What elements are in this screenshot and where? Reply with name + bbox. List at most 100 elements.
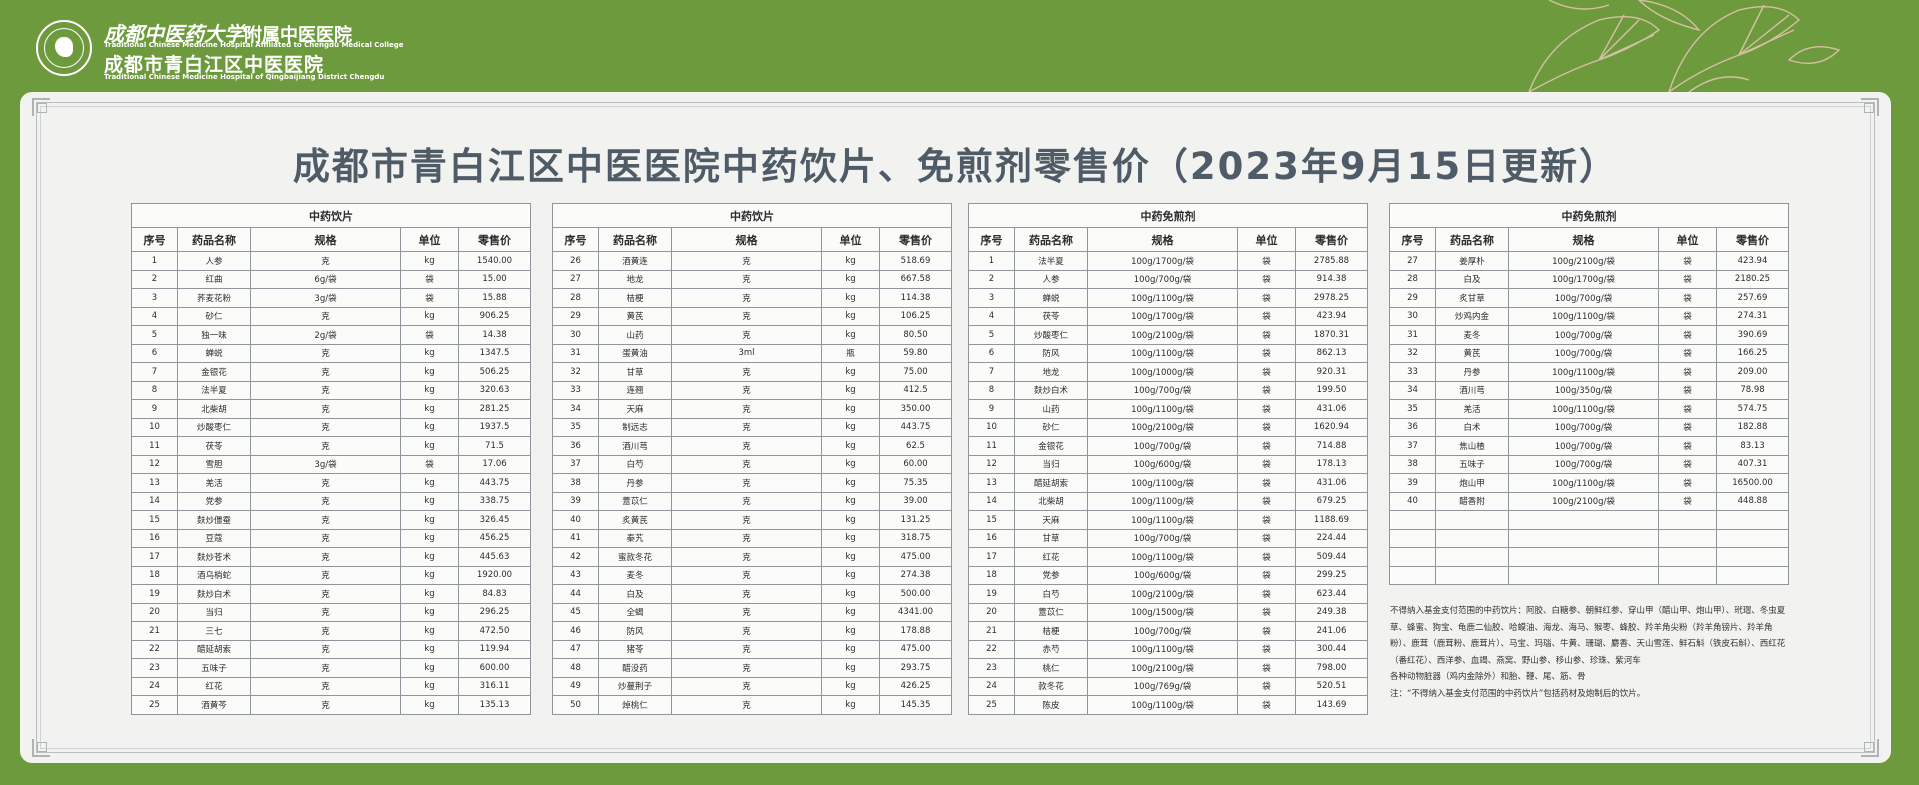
spec-cell: 100g/2100g/袋 (1087, 417, 1238, 437)
spec-cell: 克 (250, 510, 401, 530)
spec-cell: 克 (250, 380, 401, 400)
unit-cell: 袋 (1237, 602, 1296, 622)
spec-cell: 100g/1100g/袋 (1508, 306, 1659, 326)
unit-cell: 袋 (1237, 621, 1296, 641)
index-cell: 6 (968, 343, 1015, 363)
table-row: 36 白术 100g/700g/袋袋 182.88 (1389, 417, 1789, 437)
table-row: 43 麦冬克 kg 274.38 (552, 565, 953, 585)
unit-cell: 袋 (1237, 343, 1296, 363)
table-row: 18 党参 100g/600g/袋袋 299.25 (968, 565, 1368, 585)
price-cell: 274.31 (1716, 306, 1789, 326)
table-row: 26 酒黄连克 kg 518.69 (552, 251, 953, 271)
unit-cell: kg (821, 639, 880, 659)
column-header: 药品名称 (1014, 227, 1088, 252)
table-row: 20 薏苡仁 100g/1500g/袋袋 249.38 (968, 602, 1368, 622)
price-cell: 241.06 (1295, 621, 1368, 641)
table-row: 25 酒黄芩克 kg 135.13 (131, 695, 532, 715)
name-cell: 丹参 (1435, 362, 1509, 382)
price-cell: 2180.25 (1716, 269, 1789, 289)
hospital-english-name-1: Traditional Chinese Medicine Hospital Af… (104, 41, 404, 49)
name-cell: 酒川芎 (1435, 380, 1509, 400)
unit-cell: kg (821, 547, 880, 567)
index-cell: 7 (131, 362, 178, 382)
unit-cell: kg (821, 251, 880, 271)
index-cell: 27 (1389, 251, 1436, 271)
spec-cell: 100g/700g/袋 (1087, 380, 1238, 400)
name-cell: 砂仁 (1014, 417, 1088, 437)
price-cell: 135.13 (457, 695, 532, 715)
spec-cell: 克 (250, 639, 401, 659)
index-cell: 32 (552, 362, 599, 382)
spec-cell: 克 (671, 658, 822, 678)
table-row: 14 北柴胡 100g/1100g/袋袋 679.25 (968, 491, 1368, 511)
unit-cell: kg (400, 473, 459, 493)
index-cell: 15 (968, 510, 1015, 530)
table-row: 50 焯桃仁克 kg 145.35 (552, 695, 953, 715)
price-cell: 293.75 (878, 658, 953, 678)
unit-cell: 袋 (1658, 269, 1717, 289)
table-row: 15 麸炒僵蚕克 kg 326.45 (131, 510, 532, 530)
spec-cell: 100g/700g/袋 (1087, 269, 1238, 289)
price-cell: 623.44 (1295, 584, 1368, 604)
column-header: 规格 (250, 227, 401, 252)
hospital-english-name-2: Traditional Chinese Medicine Hospital of… (104, 73, 385, 81)
name-cell: 法半夏 (1014, 251, 1088, 271)
price-cell: 1347.5 (457, 343, 532, 363)
name-cell: 白芍 (598, 454, 672, 474)
name-cell: 荞麦花粉 (177, 288, 251, 308)
table-row: 24 款冬花 100g/769g/袋袋 520.51 (968, 676, 1368, 696)
index-cell: 38 (552, 473, 599, 493)
unit-cell: kg (821, 658, 880, 678)
spec-cell: 克 (671, 621, 822, 641)
name-cell: 麦冬 (598, 565, 672, 585)
page-title: 成都市青白江区中医医院中药饮片、免煎剂零售价（2023年9月15日更新） (292, 145, 1619, 188)
spec-cell: 100g/1700g/袋 (1087, 251, 1238, 271)
index-cell: 21 (131, 621, 178, 641)
unit-cell: 袋 (400, 325, 459, 345)
table-row: 7 金银花克 kg 506.25 (131, 362, 532, 382)
spec-cell: 100g/2100g/袋 (1087, 325, 1238, 345)
name-cell: 薏苡仁 (598, 491, 672, 511)
table-row: 23 桃仁 100g/2100g/袋袋 798.00 (968, 658, 1368, 678)
table-row: 35 羌活 100g/1100g/袋袋 574.75 (1389, 399, 1789, 419)
price-cell: 75.35 (878, 473, 953, 493)
name-cell (1435, 528, 1509, 548)
unit-cell: kg (821, 473, 880, 493)
name-cell: 醋延胡索 (1014, 473, 1088, 493)
unit-cell: 袋 (1237, 362, 1296, 382)
table-row: 32 黄芪 100g/700g/袋袋 166.25 (1389, 343, 1789, 363)
unit-cell: 袋 (1658, 306, 1717, 326)
table-row: 39 薏苡仁克 kg 39.00 (552, 491, 953, 511)
index-cell: 47 (552, 639, 599, 659)
index-cell (1389, 528, 1436, 548)
name-cell: 茯苓 (1014, 306, 1088, 326)
table-row: 6 蝉蜕克 kg 1347.5 (131, 343, 532, 363)
index-cell: 49 (552, 676, 599, 696)
price-cell: 106.25 (878, 306, 953, 326)
price-cell: 714.88 (1295, 436, 1368, 456)
name-cell: 炒酸枣仁 (177, 417, 251, 437)
table-row: 3 蝉蜕 100g/1100g/袋袋 2978.25 (968, 288, 1368, 308)
spec-cell: 克 (250, 602, 401, 622)
price-cell: 920.31 (1295, 362, 1368, 382)
index-cell: 35 (1389, 399, 1436, 419)
index-cell: 40 (1389, 491, 1436, 511)
price-cell: 1937.5 (457, 417, 532, 437)
column-header: 药品名称 (177, 227, 251, 252)
name-cell: 三七 (177, 621, 251, 641)
index-cell: 40 (552, 510, 599, 530)
name-cell: 白芍 (1014, 584, 1088, 604)
column-header: 规格 (1508, 227, 1659, 252)
price-cell: 16500.00 (1716, 473, 1789, 493)
unit-cell: kg (821, 491, 880, 511)
name-cell: 天麻 (598, 399, 672, 419)
name-cell: 金银花 (177, 362, 251, 382)
table-row: 45 全蝎克 kg 4341.00 (552, 602, 953, 622)
spec-cell: 100g/2100g/袋 (1087, 584, 1238, 604)
note-animal-organs: 各种动物脏器（鸡内金除外）和胎、鞭、尾、筋、骨 (1390, 672, 1586, 682)
name-cell: 党参 (177, 491, 251, 511)
table-heading: 中药饮片 (130, 203, 532, 228)
index-cell: 15 (131, 510, 178, 530)
column-header: 单位 (1237, 227, 1296, 252)
index-cell: 48 (552, 658, 599, 678)
